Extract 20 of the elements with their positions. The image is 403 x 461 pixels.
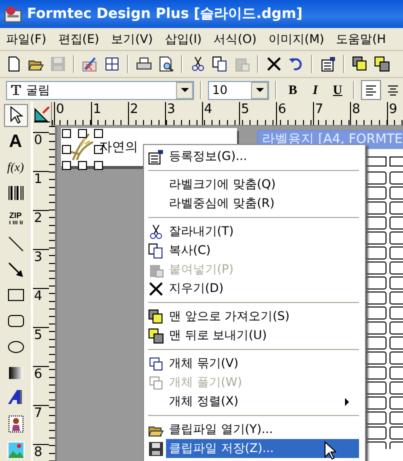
ruler-number: 3 <box>33 250 42 265</box>
ruler-number: 4 <box>33 289 42 304</box>
ruler-number: 7 <box>33 406 42 421</box>
ruler-number: 1 <box>92 102 102 117</box>
ruler-number: 2 <box>33 211 42 226</box>
ruler-number: 5 <box>240 102 250 117</box>
ruler-number: 9 <box>388 102 398 117</box>
ruler-number: 0 <box>33 133 42 148</box>
ruler-number: 5 <box>33 328 42 343</box>
ruler-number: 8 <box>351 102 360 117</box>
ruler-number: 1 <box>33 172 42 187</box>
ruler-number: 3 <box>166 102 176 117</box>
ruler-number: 6 <box>277 102 286 117</box>
ruler-number: 8 <box>33 445 42 460</box>
ruler-number: 0 <box>55 102 64 117</box>
ruler-number: 4 <box>203 102 212 117</box>
ruler-number: 2 <box>129 102 138 117</box>
window-title: Formtec Design Plus [슬라이드.dgm] <box>27 5 303 23</box>
ruler-number: 7 <box>314 102 324 117</box>
ruler-number: 6 <box>33 367 42 382</box>
